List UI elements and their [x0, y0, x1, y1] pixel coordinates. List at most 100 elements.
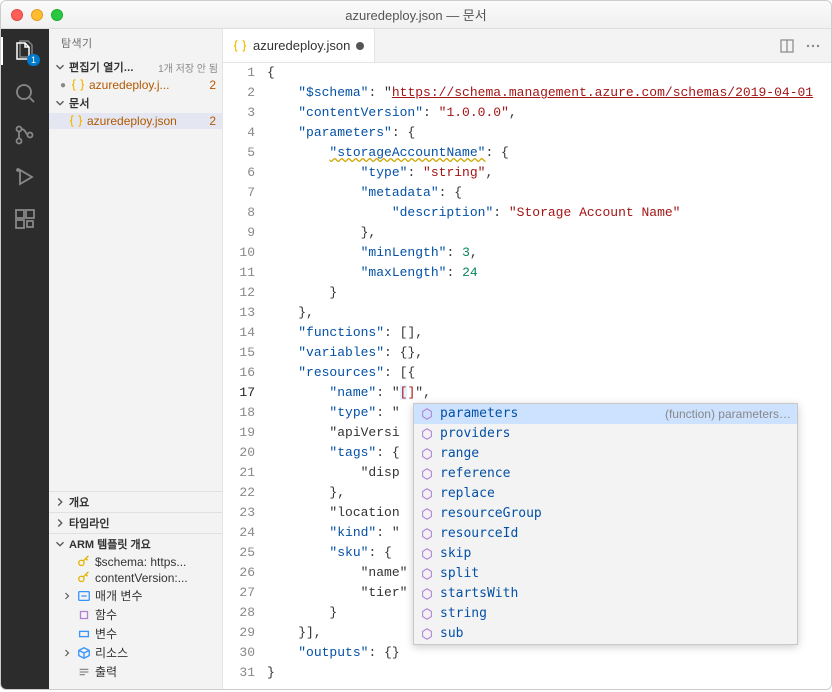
- extensions-icon[interactable]: [11, 205, 39, 233]
- suggest-hint: (function) parameters…: [665, 404, 791, 424]
- line-number: 28: [223, 603, 255, 623]
- code-line[interactable]: "type": "string",: [267, 163, 831, 183]
- modified-dot-icon: ●: [59, 80, 67, 91]
- code-line[interactable]: "name": "[]",: [267, 383, 831, 403]
- arm-outline-label: ARM 템플릿 개요: [69, 536, 151, 552]
- outline-item-label: contentVersion:...: [95, 571, 188, 585]
- line-number: 20: [223, 443, 255, 463]
- outline-item[interactable]: 매개 변수: [49, 586, 222, 605]
- timeline-collapsed-section[interactable]: 타임라인: [49, 513, 222, 533]
- outline-item[interactable]: 출력: [49, 662, 222, 681]
- code-line[interactable]: "parameters": {: [267, 123, 831, 143]
- explorer-icon[interactable]: 1: [11, 37, 39, 65]
- chevron-right-icon: [53, 495, 67, 509]
- suggest-label: sub: [440, 624, 463, 644]
- suggest-item[interactable]: startsWith: [414, 584, 797, 604]
- line-number: 7: [223, 183, 255, 203]
- outline-item-label: 매개 변수: [95, 587, 143, 604]
- suggest-item[interactable]: parameters (function) parameters…: [414, 404, 797, 424]
- sidebar-title: 탐색기: [49, 29, 222, 57]
- suggest-item[interactable]: sub: [414, 624, 797, 644]
- suggest-label: replace: [440, 484, 495, 504]
- code-line[interactable]: }: [267, 283, 831, 303]
- code-line[interactable]: "resources": [{: [267, 363, 831, 383]
- code-line[interactable]: "storageAccountName": {: [267, 143, 831, 163]
- suggest-widget[interactable]: parameters (function) parameters…provider…: [413, 403, 798, 645]
- line-number: 5: [223, 143, 255, 163]
- tab-bar: azuredeploy.json: [223, 29, 831, 63]
- search-icon[interactable]: [11, 79, 39, 107]
- file-item[interactable]: azuredeploy.json 2: [49, 113, 222, 129]
- line-number: 11: [223, 263, 255, 283]
- titlebar: azuredeploy.json — 문서: [1, 1, 831, 29]
- code-line[interactable]: },: [267, 223, 831, 243]
- open-editors-section[interactable]: 편집기 열기... 1개 저장 안 됨: [49, 57, 222, 77]
- chevron-right-icon: [53, 516, 67, 530]
- chevron-right-icon: [61, 647, 73, 659]
- suggest-item[interactable]: split: [414, 564, 797, 584]
- code-line[interactable]: "functions": [],: [267, 323, 831, 343]
- code-line[interactable]: "metadata": {: [267, 183, 831, 203]
- tab-azuredeploy[interactable]: azuredeploy.json: [223, 29, 375, 62]
- open-editor-problems-count: 2: [209, 78, 222, 92]
- open-editors-meta: 1개 저장 안 됨: [158, 60, 218, 75]
- code-line[interactable]: "variables": {},: [267, 343, 831, 363]
- line-number: 17: [223, 383, 255, 403]
- file-problems-count: 2: [209, 114, 222, 128]
- suggest-label: range: [440, 444, 479, 464]
- timeline-section-label: 타임라인: [69, 515, 109, 531]
- outline-item[interactable]: 리소스: [49, 643, 222, 662]
- code-line[interactable]: "description": "Storage Account Name": [267, 203, 831, 223]
- chevron-down-icon: [53, 60, 67, 74]
- suggest-label: parameters: [440, 404, 518, 424]
- code-line[interactable]: "contentVersion": "1.0.0.0",: [267, 103, 831, 123]
- outline-collapsed-section[interactable]: 개요: [49, 492, 222, 512]
- suggest-label: split: [440, 564, 479, 584]
- split-editor-icon[interactable]: [779, 38, 795, 54]
- run-debug-icon[interactable]: [11, 163, 39, 191]
- line-number: 8: [223, 203, 255, 223]
- line-number: 23: [223, 503, 255, 523]
- open-editor-item[interactable]: ● azuredeploy.j... 2: [49, 77, 222, 93]
- suggest-item[interactable]: string: [414, 604, 797, 624]
- suggest-item[interactable]: providers: [414, 424, 797, 444]
- line-number: 4: [223, 123, 255, 143]
- suggest-item[interactable]: resourceId: [414, 524, 797, 544]
- suggest-item[interactable]: skip: [414, 544, 797, 564]
- outline-item-label: 리소스: [95, 644, 128, 661]
- code-line[interactable]: "$schema": "https://schema.management.az…: [267, 83, 831, 103]
- outline-item[interactable]: contentVersion:...: [49, 570, 222, 586]
- line-number: 25: [223, 543, 255, 563]
- outline-item-label: 함수: [95, 606, 117, 623]
- code-line[interactable]: "minLength": 3,: [267, 243, 831, 263]
- outline-item-label: $schema: https...: [95, 555, 186, 569]
- tab-title: azuredeploy.json: [253, 38, 350, 53]
- code-line[interactable]: "maxLength": 24: [267, 263, 831, 283]
- source-control-icon[interactable]: [11, 121, 39, 149]
- line-number: 24: [223, 523, 255, 543]
- code-line[interactable]: }: [267, 663, 831, 683]
- code-editor[interactable]: 1234567891011121314151617181920212223242…: [223, 63, 831, 689]
- code-line[interactable]: {: [267, 63, 831, 83]
- line-gutter: 1234567891011121314151617181920212223242…: [223, 63, 267, 689]
- line-number: 27: [223, 583, 255, 603]
- outline-item[interactable]: 함수: [49, 605, 222, 624]
- line-number: 6: [223, 163, 255, 183]
- code-line[interactable]: "outputs": {}: [267, 643, 831, 663]
- folder-section[interactable]: 문서: [49, 93, 222, 113]
- outline-item[interactable]: 변수: [49, 624, 222, 643]
- outline-section-label: 개요: [69, 494, 89, 510]
- line-number: 2: [223, 83, 255, 103]
- line-number: 10: [223, 243, 255, 263]
- activity-bar: 1: [1, 29, 49, 689]
- suggest-item[interactable]: reference: [414, 464, 797, 484]
- line-number: 26: [223, 563, 255, 583]
- arm-outline-section[interactable]: ARM 템플릿 개요: [49, 534, 222, 554]
- suggest-item[interactable]: replace: [414, 484, 797, 504]
- line-number: 31: [223, 663, 255, 683]
- suggest-item[interactable]: range: [414, 444, 797, 464]
- outline-item[interactable]: $schema: https...: [49, 554, 222, 570]
- suggest-item[interactable]: resourceGroup: [414, 504, 797, 524]
- more-actions-icon[interactable]: [805, 38, 821, 54]
- code-line[interactable]: },: [267, 303, 831, 323]
